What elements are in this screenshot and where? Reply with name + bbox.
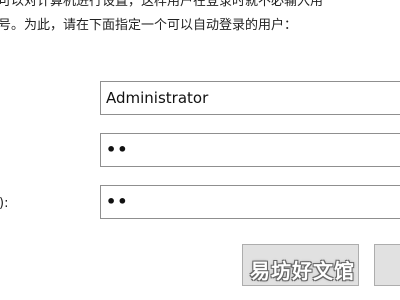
description-line-1: 可以对计算机进行设置，这样用户在登录时就不必输入用 — [0, 0, 324, 9]
description-line-2: 号。为此，请在下面指定一个可以自动登录的用户： — [0, 18, 298, 33]
confirm-password-value: •• — [106, 192, 129, 211]
confirm-password-field[interactable]: •• — [100, 185, 400, 219]
username-field[interactable]: Administrator — [100, 81, 400, 115]
password-field[interactable]: •• — [100, 133, 400, 167]
password-value: •• — [106, 140, 129, 159]
cancel-button[interactable] — [374, 244, 400, 286]
username-value: Administrator — [106, 89, 209, 107]
confirm-password-label: ): — [0, 196, 9, 211]
watermark-text: 易坊好文馆 — [250, 259, 355, 283]
